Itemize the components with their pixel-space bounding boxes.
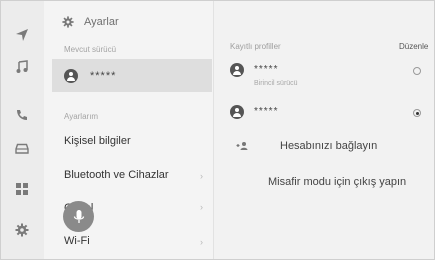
my-settings-label: Ayarlarım (64, 112, 99, 121)
phone-icon[interactable] (11, 104, 33, 126)
current-driver-name: ***** (90, 69, 117, 82)
edit-button[interactable]: Düzenle (399, 42, 428, 51)
profile-radio-selected[interactable] (413, 109, 421, 117)
add-person-icon (236, 142, 248, 150)
link-account-label: Hesabınızı bağlayın (280, 140, 378, 152)
chevron-right-icon: › (200, 237, 203, 247)
car-icon[interactable] (11, 137, 33, 159)
menu-item-bluetooth[interactable]: Bluetooth ve Cihazlar (64, 169, 169, 181)
navigation-icon[interactable] (11, 24, 33, 46)
link-account-button[interactable]: Hesabınızı bağlayın (236, 140, 377, 152)
avatar (230, 105, 244, 119)
menu-item-personal-info[interactable]: Kişisel bilgiler (64, 135, 131, 147)
settings-icon[interactable] (11, 219, 33, 241)
music-icon[interactable] (11, 56, 33, 78)
app-frame: Ayarlar Mevcut sürücü ***** Ayarlarım Ki… (0, 0, 435, 260)
current-driver-row[interactable]: ***** (52, 59, 212, 92)
profile-name: ***** (254, 106, 279, 117)
chevron-right-icon: › (200, 171, 203, 181)
avatar (230, 63, 244, 77)
profiles-panel: Kayıtlı profiller Düzenle ***** Birincil… (214, 1, 434, 259)
settings-title-row: Ayarlar (62, 12, 119, 32)
profiles-header: Kayıtlı profiller (230, 42, 281, 51)
apps-icon[interactable] (11, 178, 33, 200)
page-title: Ayarlar (84, 16, 119, 28)
profile-name: ***** (254, 64, 279, 75)
profile-radio[interactable] (413, 67, 421, 75)
voice-assistant-button[interactable] (63, 201, 94, 232)
chevron-right-icon: › (200, 202, 203, 212)
current-driver-label: Mevcut sürücü (64, 45, 117, 54)
guest-mode-logout-button[interactable]: Misafir modu için çıkış yapın (268, 176, 406, 188)
side-rail (1, 1, 45, 259)
microphone-icon (73, 209, 84, 223)
settings-gear-icon (62, 16, 74, 28)
profile-role: Birincil sürücü (254, 80, 298, 87)
menu-item-wifi[interactable]: Wi-Fi (64, 235, 90, 247)
avatar (64, 68, 78, 83)
